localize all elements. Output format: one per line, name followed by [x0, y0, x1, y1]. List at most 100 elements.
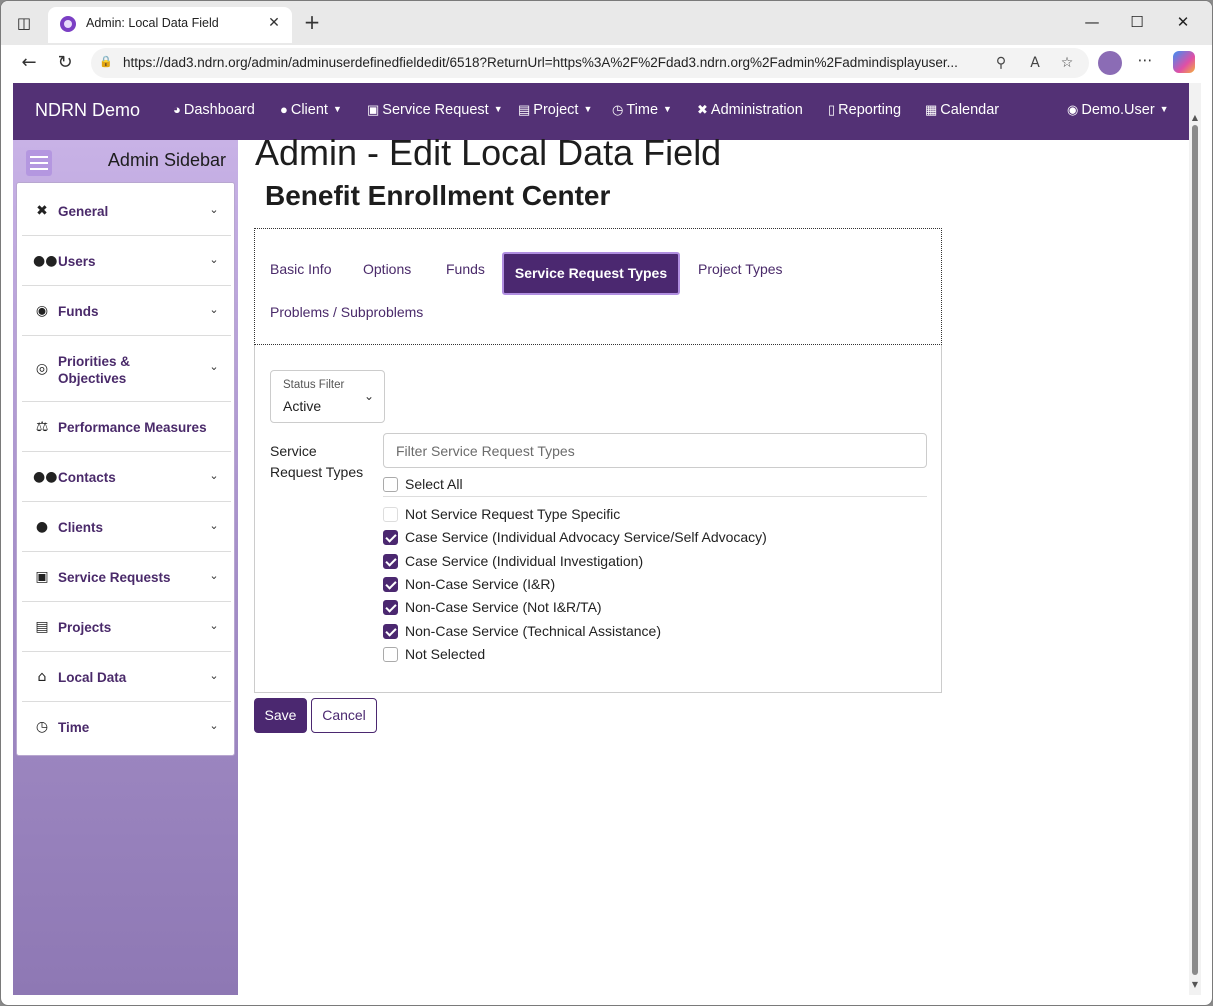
- status-filter-select[interactable]: Status Filter Active ⌄: [270, 370, 385, 423]
- scroll-down-icon[interactable]: ▼: [1189, 980, 1201, 990]
- nav-project[interactable]: ▤ Project ▼: [518, 102, 592, 118]
- page-scrollbar[interactable]: ▲ ▼: [1189, 83, 1201, 995]
- users-icon: ●●: [33, 253, 58, 269]
- nav-administration[interactable]: ✖ Administration: [697, 102, 803, 118]
- option-checkbox[interactable]: [383, 647, 398, 662]
- title-bar: ◫ Admin: Local Data Field ✕ + — ☐ ✕: [1, 1, 1212, 45]
- sidebar-item-priorities[interactable]: ◎ Priorities & Objectives ⌄: [22, 336, 231, 402]
- favorite-star-icon[interactable]: ☆: [1057, 53, 1077, 73]
- tab-project-types[interactable]: Project Types: [698, 261, 783, 277]
- tab-basic-info[interactable]: Basic Info: [270, 261, 331, 277]
- filter-service-request-types-input[interactable]: [383, 433, 927, 468]
- sidebar-item-contacts[interactable]: ●● Contacts ⌄: [22, 452, 231, 502]
- copilot-icon[interactable]: [1173, 51, 1195, 73]
- select-all-label: Select All: [405, 476, 463, 492]
- option-checkbox[interactable]: [383, 577, 398, 592]
- tab-strip: Basic Info Options Funds Service Request…: [254, 228, 942, 345]
- scroll-up-icon[interactable]: ▲: [1189, 113, 1201, 123]
- maximize-icon[interactable]: ☐: [1122, 11, 1152, 33]
- sidebar-item-funds[interactable]: ◉ Funds ⌄: [22, 286, 231, 336]
- chevron-down-icon: ⌄: [209, 619, 219, 632]
- zoom-icon[interactable]: ⚲: [991, 53, 1011, 73]
- sidebar-item-label: Contacts: [58, 470, 116, 485]
- brand-link[interactable]: NDRN Demo: [35, 100, 140, 121]
- site-favicon-icon: [60, 16, 76, 32]
- tab-problems-subproblems[interactable]: Problems / Subproblems: [270, 304, 423, 320]
- close-window-icon[interactable]: ✕: [1168, 11, 1198, 33]
- sidebar-item-label: Funds: [58, 304, 99, 319]
- hamburger-menu-icon[interactable]: [26, 150, 52, 176]
- sidebar-item-users[interactable]: ●● Users ⌄: [22, 236, 231, 286]
- users-icon: ●●: [33, 469, 58, 485]
- close-tab-icon[interactable]: ✕: [264, 13, 284, 33]
- save-button[interactable]: Save: [254, 698, 307, 733]
- briefcase-icon: ▣: [35, 569, 49, 585]
- user-icon: ●: [280, 102, 288, 117]
- chevron-down-icon: ⌄: [209, 519, 219, 532]
- select-all-checkbox[interactable]: [383, 477, 398, 492]
- cancel-button[interactable]: Cancel: [311, 698, 377, 733]
- sidebar-item-label: Local Data: [58, 670, 127, 685]
- sidebar-item-label: Clients: [58, 520, 104, 535]
- option-label: Not Selected: [405, 646, 486, 662]
- nav-client[interactable]: ● Client ▼: [280, 102, 342, 118]
- target-icon: ◎: [35, 361, 49, 377]
- status-filter-label: Status Filter: [283, 379, 345, 391]
- option-label: Non-Case Service (Technical Assistance): [405, 623, 661, 639]
- tab-options[interactable]: Options: [363, 261, 411, 277]
- read-aloud-icon[interactable]: A: [1025, 53, 1045, 73]
- option-checkbox[interactable]: [383, 507, 398, 522]
- tab-funds[interactable]: Funds: [446, 261, 485, 277]
- sidebar-header: Admin Sidebar: [13, 140, 238, 184]
- sidebar-item-local-data[interactable]: ⌂ Local Data ⌄: [22, 652, 231, 702]
- calendar-icon: ▦: [925, 102, 938, 117]
- option-checkbox[interactable]: [383, 600, 398, 615]
- scale-icon: ⚖: [35, 419, 49, 435]
- option-checkbox[interactable]: [383, 530, 398, 545]
- profile-avatar[interactable]: [1098, 51, 1122, 75]
- tab-service-request-types[interactable]: Service Request Types: [502, 252, 680, 295]
- more-options-icon[interactable]: ⋯: [1134, 49, 1156, 71]
- sidebar-item-label: Service Requests: [58, 570, 171, 585]
- url-field[interactable]: 🔒 https://dad3.ndrn.org/admin/adminuserd…: [91, 48, 1089, 78]
- sidebar-item-performance-measures[interactable]: ⚖ Performance Measures: [22, 402, 231, 452]
- chevron-down-icon: ⌄: [209, 303, 219, 316]
- scroll-thumb[interactable]: [1192, 125, 1198, 975]
- lock-icon: 🔒: [99, 55, 113, 68]
- option-label: Non-Case Service (I&R): [405, 576, 556, 592]
- option-label: Not Service Request Type Specific: [405, 506, 621, 522]
- sidebar-item-time[interactable]: ◷ Time ⌄: [22, 702, 231, 752]
- back-icon[interactable]: ←: [17, 51, 41, 75]
- main-content: Admin - Edit Local Data Field Benefit En…: [238, 132, 1189, 995]
- new-tab-icon[interactable]: +: [301, 12, 323, 34]
- user-icon: ●: [35, 519, 49, 535]
- browser-window: ◫ Admin: Local Data Field ✕ + — ☐ ✕ ← ↻ …: [0, 0, 1213, 1006]
- sidebar-menu: ✖ General ⌄ ●● Users ⌄ ◉ Funds ⌄ ◎ Prior…: [16, 182, 235, 756]
- status-filter-value: Active: [283, 398, 322, 414]
- file-icon: ▯: [828, 102, 836, 117]
- sidebar-item-label: Priorities & Objectives: [58, 354, 131, 386]
- chevron-down-icon: ⌄: [209, 203, 219, 216]
- option-checkbox[interactable]: [383, 554, 398, 569]
- option-label: Non-Case Service (Not I&R/TA): [405, 599, 602, 615]
- caret-down-icon: ▼: [583, 104, 593, 114]
- sidebar-item-clients[interactable]: ● Clients ⌄: [22, 502, 231, 552]
- sidebar-item-general[interactable]: ✖ General ⌄: [22, 186, 231, 236]
- clock-icon: ◷: [35, 719, 49, 735]
- nav-dashboard[interactable]: ◕ Dashboard: [173, 102, 255, 118]
- tab-title: Admin: Local Data Field: [86, 16, 219, 30]
- browser-tab[interactable]: Admin: Local Data Field ✕: [48, 7, 292, 43]
- sidebar-item-label: Projects: [58, 620, 112, 635]
- nav-time[interactable]: ◷ Time ▼: [612, 102, 672, 118]
- refresh-icon[interactable]: ↻: [53, 51, 77, 75]
- nav-user-menu[interactable]: ◉ Demo.User ▼: [1067, 102, 1169, 118]
- nav-reporting[interactable]: ▯ Reporting: [828, 102, 901, 118]
- chevron-down-icon: ⌄: [363, 389, 374, 403]
- option-checkbox[interactable]: [383, 624, 398, 639]
- tab-actions-icon[interactable]: ◫: [13, 12, 35, 34]
- sidebar-item-service-requests[interactable]: ▣ Service Requests ⌄: [22, 552, 231, 602]
- nav-service-request[interactable]: ▣ Service Request ▼: [367, 102, 503, 118]
- sidebar-item-projects[interactable]: ▤ Projects ⌄: [22, 602, 231, 652]
- nav-calendar[interactable]: ▦ Calendar: [925, 102, 999, 118]
- minimize-icon[interactable]: —: [1077, 11, 1107, 33]
